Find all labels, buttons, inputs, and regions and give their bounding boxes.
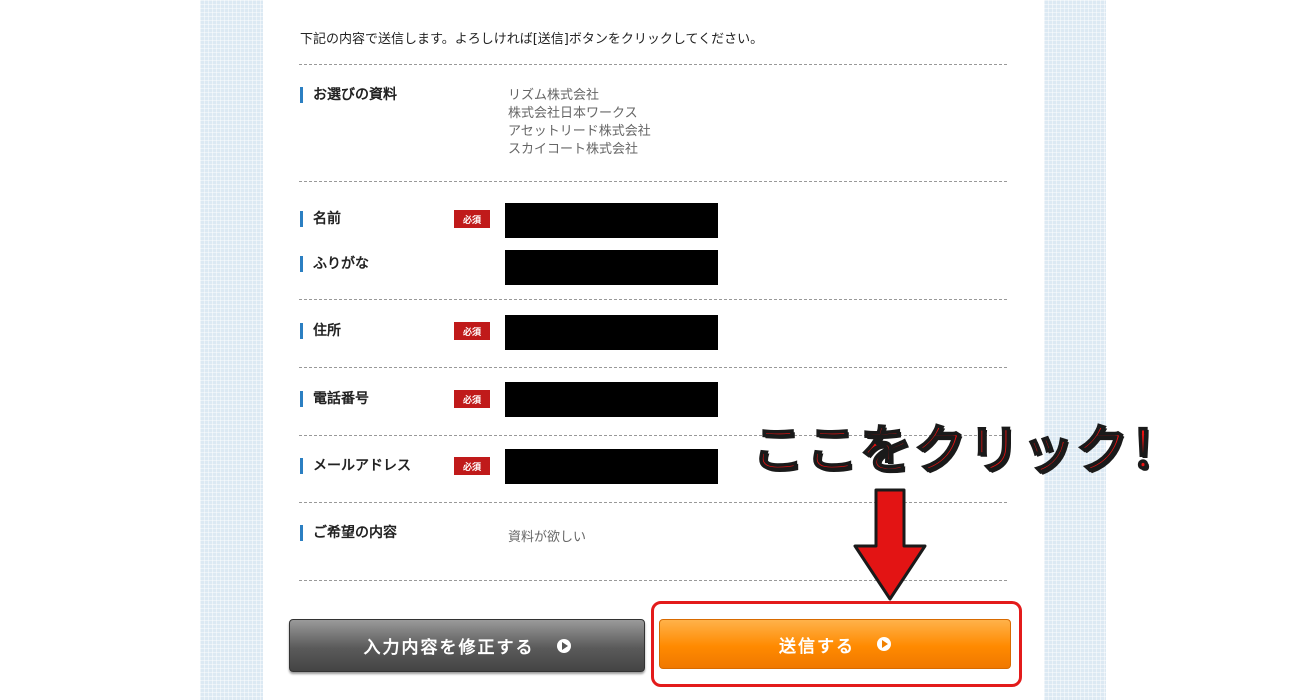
document-item: リズム株式会社: [508, 88, 600, 103]
address-value-redacted: [505, 315, 718, 350]
divider: [299, 367, 1007, 368]
field-label-furigana: ふりがな: [300, 256, 369, 272]
field-label-address: 住所: [300, 323, 341, 339]
documents-list: リズム株式会社 株式会社日本ワークス アセットリード株式会社 スカイコート株式会…: [508, 87, 651, 159]
phone-value-redacted: [505, 382, 718, 417]
click-here-callout: ここをクリック！: [751, 420, 1185, 482]
divider: [299, 181, 1007, 182]
required-badge: 必須: [454, 322, 490, 340]
down-arrow-icon: [853, 488, 927, 601]
edit-input-button[interactable]: 入力内容を修正する: [289, 619, 645, 672]
required-badge: 必須: [454, 210, 490, 228]
send-button[interactable]: 送信する: [659, 619, 1011, 669]
field-label-name: 名前: [300, 211, 341, 227]
edit-input-button-label: 入力内容を修正する: [363, 638, 535, 658]
document-item: アセットリード株式会社: [508, 124, 651, 139]
required-badge: 必須: [454, 390, 490, 408]
send-button-label: 送信する: [779, 636, 855, 657]
request-value: 資料が欲しい: [508, 530, 587, 545]
field-label-request: ご希望の内容: [300, 525, 397, 541]
name-value-redacted: [505, 203, 718, 238]
field-label-phone: 電話番号: [300, 391, 369, 407]
intro-text: 下記の内容で送信します。よろしければ[送信]ボタンをクリックしてください。: [300, 32, 764, 47]
document-item: スカイコート株式会社: [508, 142, 639, 157]
play-circle-icon: [877, 637, 891, 651]
required-badge: 必須: [454, 457, 490, 475]
email-value-redacted: [505, 449, 718, 484]
field-label-documents: お選びの資料: [300, 87, 397, 103]
furigana-value-redacted: [505, 250, 718, 285]
field-label-email: メールアドレス: [300, 458, 411, 474]
divider: [299, 64, 1007, 65]
play-circle-icon: [556, 638, 571, 653]
document-item: 株式会社日本ワークス: [508, 106, 638, 121]
divider: [299, 299, 1007, 300]
